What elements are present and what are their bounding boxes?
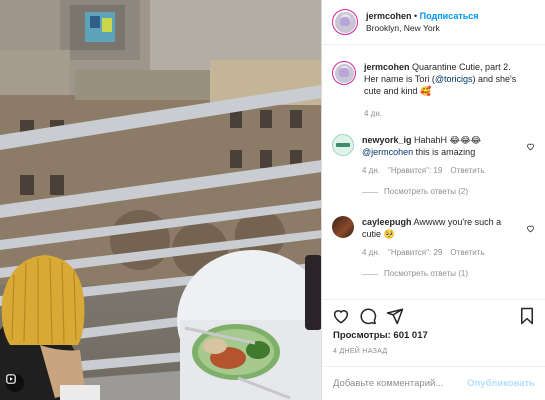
view-replies-button[interactable]: Посмотреть ответы (2) [362, 186, 522, 198]
view-replies-label: Посмотреть ответы (2) [384, 187, 469, 196]
post-location[interactable]: Brooklyn, New York [366, 22, 479, 34]
view-count-label: Просмотры: 601 017 [333, 330, 428, 341]
comment-icon[interactable] [359, 307, 377, 325]
follow-button[interactable]: Подписаться [420, 11, 479, 21]
comment-item: cayleepugh Awwww you're such a cutie 🥺 4… [323, 216, 545, 280]
post-video-frame [0, 0, 321, 400]
view-replies-label: Посмотреть ответы (1) [384, 269, 469, 278]
caption-time[interactable]: 4 дн. [364, 108, 382, 120]
comment-like-icon[interactable] [526, 142, 535, 151]
post-actions [323, 299, 545, 329]
comment-text: HahahH 😂😂😂 [411, 135, 482, 145]
author-avatar[interactable] [332, 9, 358, 35]
comment-avatar[interactable] [332, 134, 354, 156]
post-time[interactable]: 4 ДНЕЙ НАЗАД [333, 348, 387, 355]
view-count[interactable]: Просмотры: 601 017 [333, 330, 428, 341]
post-header: jermcohen • Подписаться Brooklyn, New Yo… [323, 0, 545, 45]
add-comment-bar: Опубликовать [323, 366, 545, 400]
reel-icon [6, 374, 24, 392]
caption-avatar[interactable] [332, 61, 356, 85]
reply-button[interactable]: Ответить [450, 165, 484, 177]
heart-icon[interactable] [332, 307, 350, 325]
comment-likes[interactable]: "Нравится": 19 [388, 165, 442, 177]
post-media[interactable] [0, 0, 322, 400]
comment-username[interactable]: newyork_ig [362, 135, 412, 145]
author-username[interactable]: jermcohen [366, 11, 412, 21]
comment-input[interactable] [333, 378, 468, 389]
post-side-panel: jermcohen • Подписаться Brooklyn, New Yo… [323, 0, 545, 400]
comment-text-end: this is amazing [413, 147, 476, 157]
comment-text-end: 🥺 [383, 229, 395, 239]
comment-mention[interactable]: @jermcohen [362, 147, 413, 157]
comment-time[interactable]: 4 дн. [362, 247, 380, 259]
comments-list[interactable]: jermcohen Quarantine Cutie, part 2. Her … [323, 46, 545, 298]
bookmark-icon[interactable] [518, 307, 536, 325]
view-replies-button[interactable]: Посмотреть ответы (1) [362, 268, 522, 280]
comment-item: newyork_ig HahahH 😂😂😂 @jermcohen this is… [323, 134, 545, 198]
header-separator: • [411, 11, 420, 21]
comment-avatar[interactable] [332, 216, 354, 238]
caption-username[interactable]: jermcohen [364, 62, 410, 72]
share-icon[interactable] [386, 307, 404, 325]
caption-item: jermcohen Quarantine Cutie, part 2. Her … [323, 61, 545, 120]
comment-like-icon[interactable] [526, 224, 535, 233]
comment-likes[interactable]: "Нравится": 29 [388, 247, 442, 259]
comment-time[interactable]: 4 дн. [362, 165, 380, 177]
caption-mention[interactable]: @toricigs [435, 74, 473, 84]
comment-username[interactable]: cayleepugh [362, 217, 412, 227]
reply-button[interactable]: Ответить [450, 247, 484, 259]
publish-button[interactable]: Опубликовать [467, 378, 535, 389]
